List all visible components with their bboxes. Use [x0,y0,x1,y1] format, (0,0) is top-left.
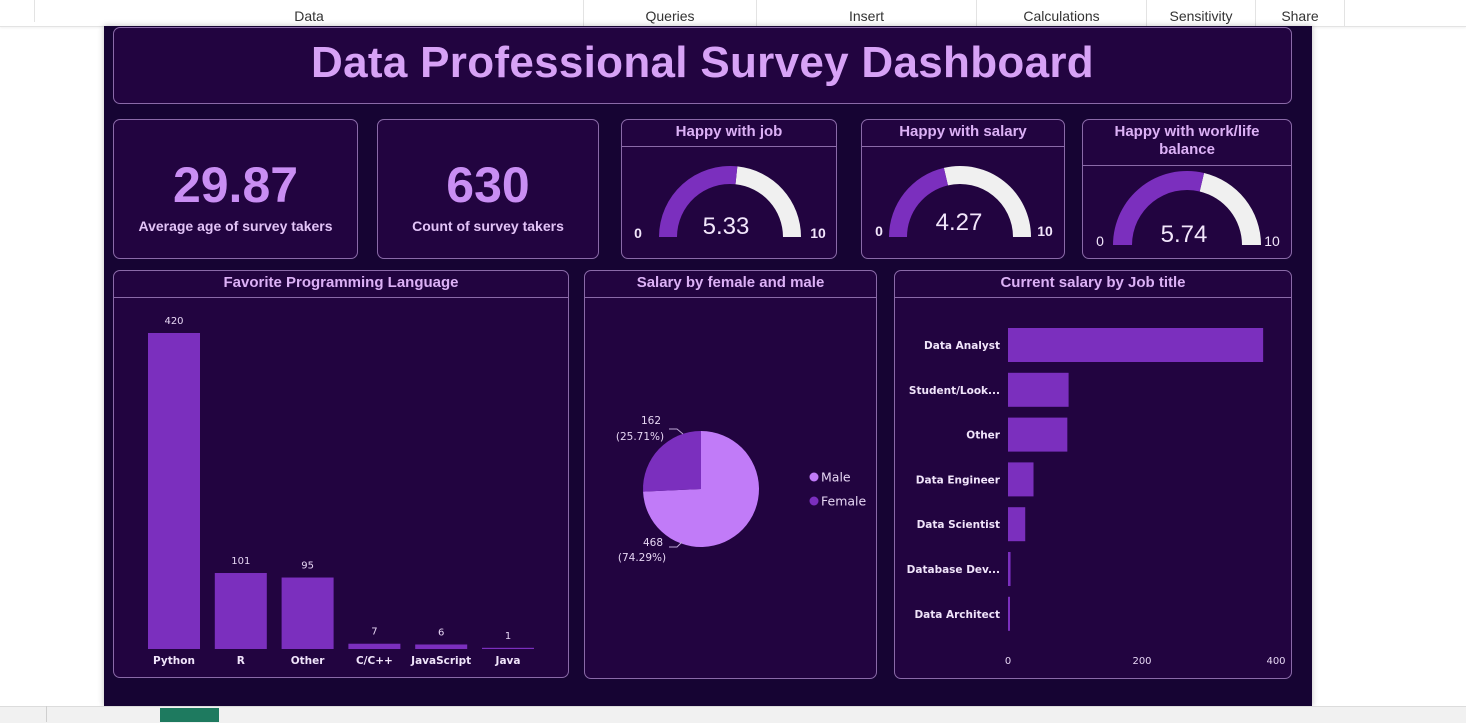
data-label: 7 [371,627,377,638]
chart-card-gender[interactable]: Salary by female and male 468 (74.29%) 162… [584,270,877,679]
kpi-label-average-age: Average age of survey takers [138,218,333,234]
data-label: 95 [301,561,314,572]
data-label: 420 [164,316,183,327]
leader-line [669,428,684,435]
gauge-card-salary[interactable]: Happy with salary 4.27 0 10 [861,119,1065,259]
kpi-value-count: 630 [446,157,530,213]
pie-percent-label: (25.71%) [616,431,664,443]
sheet-tab-active[interactable] [160,708,219,722]
bar-other[interactable] [1008,417,1068,452]
bar-javascript[interactable] [415,644,468,649]
bar-c-c-[interactable] [348,643,401,649]
kpi-value-average-age: 29.87 [172,157,299,213]
bar-other[interactable] [281,577,334,649]
category-label: Data Architect [914,609,1000,621]
gauge-max-label: 10 [1264,233,1280,249]
category-label: Java [495,655,521,667]
tab-data[interactable]: Data [35,0,584,26]
gauge-job: 5.33 0 10 [634,166,826,241]
ribbon-bar: Data Queries Insert Calculations Sensiti… [0,0,1466,27]
category-label: JavaScript [410,655,471,667]
gauge-max-label: 10 [1037,223,1053,239]
status-divider [46,706,47,722]
pie-chart-gender: 468 (74.29%) 162 (25.71%) Male Female [616,415,867,564]
bar-chart-jobs: Data Analyst Student/Look... Other Data Eng… [907,328,1286,667]
bar-data-scientist[interactable] [1008,507,1026,542]
x-tick-label: 0 [1005,656,1011,667]
legend-label-male[interactable]: Male [821,470,851,485]
tab-insert[interactable]: Insert [757,0,977,26]
data-label: 1 [505,631,511,642]
category-label: Student/Look... [909,385,1000,397]
status-bar [0,706,1466,723]
data-label: 6 [438,627,444,638]
bar-data-engineer[interactable] [1008,462,1034,497]
gauge-salary: 4.27 0 10 [875,166,1053,239]
gauge-min-label: 0 [1096,233,1104,249]
category-label: Database Dev... [907,564,1000,576]
legend-label-female[interactable]: Female [821,494,867,509]
bar-database-dev-[interactable] [1008,552,1011,586]
category-label: Data Analyst [924,340,1000,352]
pie-count-label: 468 [643,537,663,549]
bar-data-architect[interactable] [1008,596,1010,631]
bar-data-analyst[interactable] [1008,328,1264,362]
bar-r[interactable] [214,573,267,649]
title-card: Data Professional Survey Dashboard [113,27,1292,104]
chart-card-jobs[interactable]: Current salary by Job title Data Analyst… [894,270,1292,679]
tab-sensitivity[interactable]: Sensitivity [1147,0,1256,26]
gauge-value-text: 5.33 [703,213,750,240]
tab-queries[interactable]: Queries [584,0,757,26]
kpi-card-count[interactable]: 630 Count of survey takers [377,119,599,259]
gauge-max-label: 10 [810,225,826,241]
gauge-min-label: 0 [634,225,642,241]
category-label: Other [291,655,326,667]
category-label: Data Engineer [916,474,1001,486]
x-tick-label: 400 [1266,656,1285,667]
x-tick-label: 200 [1132,656,1151,667]
bar-chart-languages: 420 Python 101 R 95 Other 7 C/C++ 6 JavaScript 1 Ja… [148,316,534,667]
data-label: 101 [231,556,250,567]
kpi-card-average-age[interactable]: 29.87 Average age of survey takers [113,119,358,259]
gauge-card-worklife[interactable]: Happy with work/life balance 5.74 0 10 [1082,119,1292,259]
dashboard-canvas: Data Professional Survey Dashboard 29.87… [104,26,1312,706]
category-label: R [237,655,245,667]
category-label: Python [153,655,195,667]
pie-count-label: 162 [641,415,661,427]
category-label: C/C++ [356,655,393,667]
chart-card-languages[interactable]: Favorite Programming Language 420 Python 1… [113,270,569,678]
gauge-value-text: 5.74 [1161,221,1208,248]
category-label: Data Scientist [917,519,1000,531]
kpi-label-count: Count of survey takers [412,218,564,234]
legend-marker-male [809,472,819,482]
tab-calculations[interactable]: Calculations [977,0,1147,26]
category-label: Other [966,430,1001,442]
gauge-card-job[interactable]: Happy with job 5.33 0 10 [621,119,837,259]
dashboard-title: Data Professional Survey Dashboard [311,38,1094,87]
gauge-track [1199,172,1261,245]
gauge-min-label: 0 [875,223,883,239]
legend-marker-female [809,496,819,506]
pie-percent-label: (74.29%) [618,552,666,564]
bar-python[interactable] [148,333,200,649]
bar-student-look-[interactable] [1008,372,1069,407]
tab-share[interactable]: Share [1256,0,1345,26]
gauge-worklife: 5.74 0 10 [1096,171,1280,249]
gauge-value-text: 4.27 [936,209,983,236]
bar-java[interactable] [482,647,534,649]
